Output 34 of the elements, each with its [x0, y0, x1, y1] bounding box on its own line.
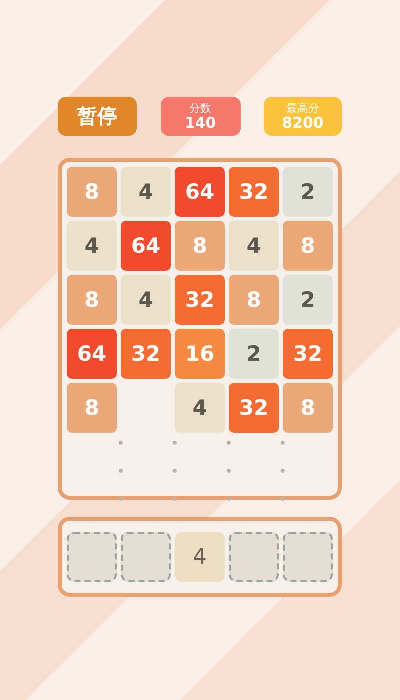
- empty-slot: [121, 532, 171, 582]
- empty-slot: [229, 532, 279, 582]
- number-tile: 8: [67, 383, 117, 433]
- number-tile: 32: [175, 275, 225, 325]
- number-tile: 2: [283, 167, 333, 217]
- score-value: 140: [184, 114, 216, 132]
- number-tile: 64: [67, 329, 117, 379]
- number-tile: 4: [121, 275, 171, 325]
- number-tile: 32: [229, 167, 279, 217]
- number-tile: 8: [229, 275, 279, 325]
- score-label: 分数: [190, 102, 212, 114]
- best-score-value: 8200: [282, 114, 324, 132]
- pause-button[interactable]: 暂停: [58, 97, 137, 136]
- number-tile: 2: [229, 329, 279, 379]
- number-tile: 8: [175, 221, 225, 271]
- best-score-label: 最高分: [286, 102, 320, 114]
- number-tile: 2: [283, 275, 333, 325]
- number-tile: 32: [229, 383, 279, 433]
- number-tile: 8: [67, 167, 117, 217]
- number-tile: 64: [121, 221, 171, 271]
- number-tile: 4: [175, 383, 225, 433]
- number-tile: 8: [67, 275, 117, 325]
- number-tile: 4: [229, 221, 279, 271]
- number-tile: 64: [175, 167, 225, 217]
- empty-slot: [67, 532, 117, 582]
- number-tile[interactable]: 4: [175, 532, 225, 582]
- number-tile: 16: [175, 329, 225, 379]
- number-tile: 32: [121, 329, 171, 379]
- number-tile: 8: [283, 383, 333, 433]
- empty-slot: [283, 532, 333, 582]
- number-tile: 8: [283, 221, 333, 271]
- number-tile: 32: [283, 329, 333, 379]
- number-tile: 4: [67, 221, 117, 271]
- number-tile: 4: [121, 167, 171, 217]
